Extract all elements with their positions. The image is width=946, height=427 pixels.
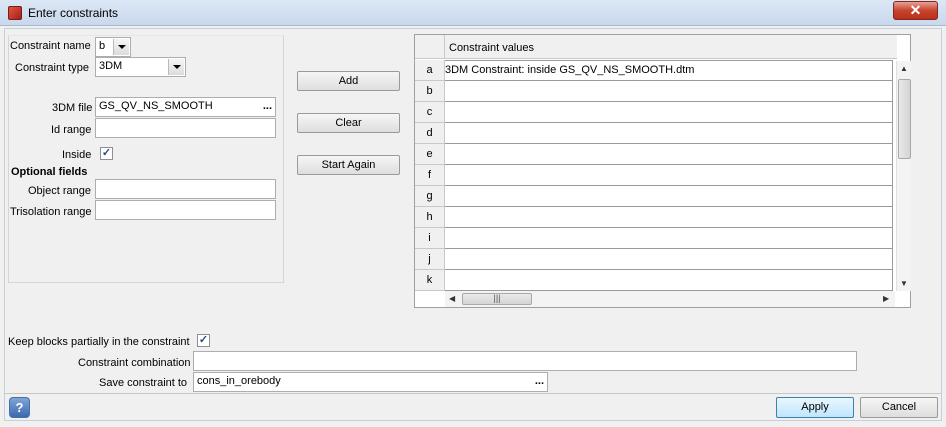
row-header: b xyxy=(415,81,445,102)
table-row[interactable]: j xyxy=(415,249,895,270)
row-header: i xyxy=(415,228,445,249)
start-again-button[interactable]: Start Again xyxy=(297,155,400,175)
constraint-type-label: Constraint type xyxy=(15,62,89,74)
app-icon xyxy=(8,6,22,20)
horizontal-scrollbar[interactable]: ◀ ||| ▶ xyxy=(445,291,895,307)
row-header: g xyxy=(415,186,445,207)
footer-divider xyxy=(5,393,941,394)
close-button[interactable]: ✕ xyxy=(893,1,938,20)
table-cell[interactable] xyxy=(445,81,893,102)
object-range-label: Object range xyxy=(28,185,91,197)
table-rows: a 3DM Constraint: inside GS_QV_NS_SMOOTH.… xyxy=(415,60,895,291)
window-title: Enter constraints xyxy=(28,6,119,20)
table-row[interactable]: a 3DM Constraint: inside GS_QV_NS_SMOOTH.… xyxy=(415,60,895,81)
table-row[interactable]: h xyxy=(415,207,895,228)
row-header: j xyxy=(415,249,445,270)
chevron-down-icon[interactable] xyxy=(168,59,184,75)
vertical-scroll-thumb[interactable] xyxy=(898,79,911,159)
table-cell[interactable] xyxy=(445,207,893,228)
save-to-value: cons_in_orebody xyxy=(197,375,281,387)
table-row[interactable]: k xyxy=(415,270,895,291)
trisolation-range-label: Trisolation range xyxy=(10,206,92,218)
constraint-type-select[interactable]: 3DM xyxy=(95,57,186,77)
constraint-name-label: Constraint name xyxy=(10,40,91,52)
table-corner xyxy=(415,35,445,59)
file-field[interactable]: GS_QV_NS_SMOOTH ... xyxy=(95,97,276,117)
keep-blocks-label: Keep blocks partially in the constraint xyxy=(8,336,190,348)
browse-button[interactable]: ... xyxy=(263,100,272,112)
row-header: a xyxy=(415,60,445,81)
save-to-label: Save constraint to xyxy=(99,377,188,389)
table-cell[interactable] xyxy=(445,270,893,291)
table-row[interactable]: f xyxy=(415,165,895,186)
table-cell[interactable] xyxy=(445,102,893,123)
optional-fields-heading: Optional fields xyxy=(11,166,88,178)
table-header-label: Constraint values xyxy=(449,42,534,54)
combination-label: Constraint combination xyxy=(78,357,191,369)
inside-checkbox[interactable]: ✓ xyxy=(100,147,113,160)
constraint-name-value: b xyxy=(99,40,106,52)
table-header: Constraint values xyxy=(415,35,897,59)
scroll-left-icon[interactable]: ◀ xyxy=(449,294,455,303)
constraint-name-select[interactable]: b xyxy=(95,37,131,57)
combination-field[interactable] xyxy=(193,351,857,371)
vertical-scrollbar[interactable]: ▲ ▼ xyxy=(896,61,911,291)
add-button[interactable]: Add xyxy=(297,71,400,91)
table-row[interactable]: c xyxy=(415,102,895,123)
row-header: f xyxy=(415,165,445,186)
table-cell[interactable] xyxy=(445,228,893,249)
save-to-field[interactable]: cons_in_orebody ... xyxy=(193,372,548,392)
table-cell[interactable] xyxy=(445,249,893,270)
id-range-field[interactable] xyxy=(95,118,276,138)
horizontal-scroll-thumb[interactable]: ||| xyxy=(462,293,532,305)
row-header: k xyxy=(415,270,445,291)
row-header: c xyxy=(415,102,445,123)
constraint-type-value: 3DM xyxy=(99,60,123,72)
constraint-values-table: Constraint values a 3DM Constraint: insid… xyxy=(414,34,911,308)
object-range-field[interactable] xyxy=(95,179,276,199)
table-cell[interactable] xyxy=(445,186,893,207)
table-cell[interactable] xyxy=(445,165,893,186)
scroll-up-icon[interactable]: ▲ xyxy=(900,64,908,73)
file-label: 3DM file xyxy=(52,102,93,114)
inside-label: Inside xyxy=(62,149,92,161)
scroll-down-icon[interactable]: ▼ xyxy=(900,279,908,288)
help-icon[interactable]: ? xyxy=(9,397,30,418)
file-value: GS_QV_NS_SMOOTH xyxy=(99,100,213,112)
keep-blocks-checkbox[interactable]: ✓ xyxy=(197,334,210,347)
id-range-label: Id range xyxy=(51,124,92,136)
table-cell[interactable] xyxy=(445,123,893,144)
cancel-button[interactable]: Cancel xyxy=(860,397,938,418)
apply-button[interactable]: Apply xyxy=(776,397,854,418)
table-cell[interactable] xyxy=(445,144,893,165)
table-cell[interactable]: 3DM Constraint: inside GS_QV_NS_SMOOTH.d… xyxy=(445,60,893,81)
clear-button[interactable]: Clear xyxy=(297,113,400,133)
scroll-right-icon[interactable]: ▶ xyxy=(883,294,889,303)
table-row[interactable]: i xyxy=(415,228,895,249)
row-header: h xyxy=(415,207,445,228)
title-bar: Enter constraints ✕ xyxy=(0,0,946,26)
trisolation-range-field[interactable] xyxy=(95,200,276,220)
chevron-down-icon[interactable] xyxy=(113,39,129,55)
row-header: d xyxy=(415,123,445,144)
table-row[interactable]: g xyxy=(415,186,895,207)
table-row[interactable]: b xyxy=(415,81,895,102)
table-row[interactable]: e xyxy=(415,144,895,165)
row-header: e xyxy=(415,144,445,165)
browse-button[interactable]: ... xyxy=(535,375,544,387)
table-row[interactable]: d xyxy=(415,123,895,144)
